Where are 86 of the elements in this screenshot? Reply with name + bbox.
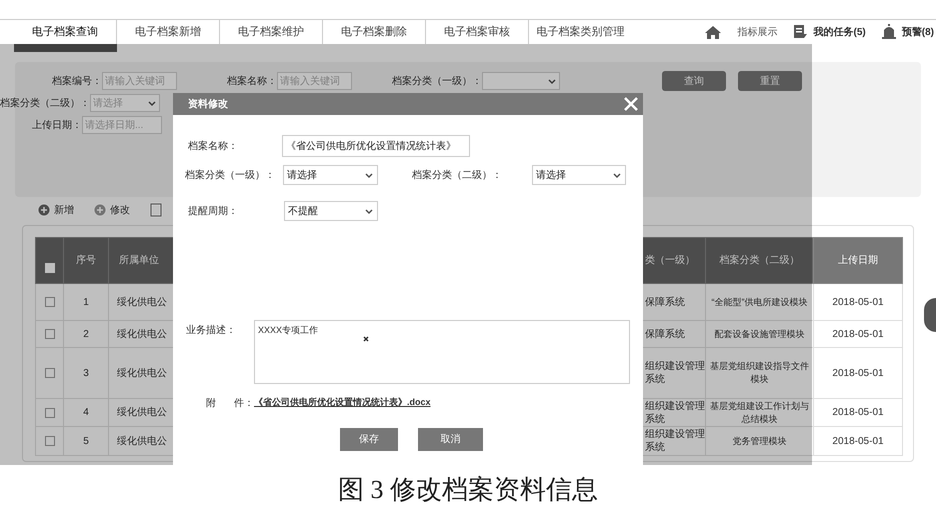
table-cell: 基层党组织建设指导文件模块: [710, 361, 809, 384]
select-field[interactable]: 请选择: [283, 165, 378, 185]
nav-tab[interactable]: 电子档案查询: [14, 20, 117, 52]
column-header: 上传日期: [838, 255, 878, 266]
table-cell: 保障系统: [645, 328, 685, 340]
table-cell: 5: [83, 436, 89, 446]
column-header: 类（一级）: [645, 255, 695, 266]
cancel-button[interactable]: 取消: [418, 428, 483, 451]
table-cell: 绥化供电公: [117, 296, 167, 308]
table-cell: 2018-05-01: [832, 328, 884, 340]
caret-icon: [147, 98, 157, 108]
checkbox[interactable]: [44, 329, 54, 339]
add-button[interactable]: 新增: [38, 202, 74, 218]
field-label: 档案名称：: [188, 140, 239, 154]
query-button[interactable]: 查询: [662, 71, 726, 91]
field-label: 业务描述：: [186, 324, 237, 338]
table-cell: 2018-05-01: [832, 368, 884, 378]
table-cell: 3: [83, 368, 89, 378]
caret-icon: [364, 170, 374, 180]
checkbox[interactable]: [44, 297, 54, 307]
table-cell: 4: [83, 407, 89, 418]
nav-link[interactable]: 预警(8): [880, 24, 934, 40]
table-cell: 绥化供电公: [117, 368, 167, 378]
field-label: 档案分类（一级）：: [392, 74, 482, 88]
table-cell: 2018-05-01: [832, 296, 884, 308]
nav-tab[interactable]: 电子档案新增: [117, 20, 220, 52]
nav-tab[interactable]: 电子档案审核: [426, 20, 529, 52]
column-header: 档案分类（二级）: [720, 255, 800, 266]
edit-button[interactable]: 修改: [94, 202, 130, 218]
close-icon: [624, 97, 638, 111]
reset-button[interactable]: 重置: [738, 71, 802, 91]
field-label: 档案分类（二级）：: [412, 168, 503, 182]
attachment-link[interactable]: 《省公司供电所优化设置情况统计表》.docx: [254, 396, 431, 410]
select-field[interactable]: 请选择: [532, 165, 626, 185]
table-cell: 2: [83, 328, 89, 340]
nav-tab[interactable]: 电子档案类别管理: [529, 20, 632, 52]
checkbox[interactable]: [44, 368, 54, 378]
bell-icon: [880, 24, 898, 40]
field-label: 上传日期：: [32, 118, 82, 132]
field-label: 件：: [234, 396, 254, 410]
table-cell: 2018-05-01: [832, 407, 884, 418]
field-label: 档案分类（一级）：: [185, 168, 276, 182]
table-cell: 绥化供电公: [117, 328, 167, 340]
nav-link[interactable]: 我的任务(5): [792, 24, 866, 40]
text-area[interactable]: XXXX专项工作: [254, 320, 630, 384]
table-cell: 基层党组建设工作计划与总结模块: [710, 400, 809, 424]
nav-tab[interactable]: 电子档案维护: [220, 20, 323, 52]
caret-icon: [364, 206, 374, 216]
nav-link[interactable]: 指标展示: [704, 24, 778, 40]
field-label: 档案分类（二级）：: [0, 96, 90, 110]
text-field[interactable]: 请输入关键词: [102, 72, 177, 90]
table-cell: 组织建设管理系统: [645, 361, 705, 385]
text-field[interactable]: 请选择日期...: [82, 116, 162, 134]
field-label: 附: [206, 396, 216, 410]
plus-circle-icon: [38, 204, 50, 216]
table-cell: 组织建设管理系统: [645, 400, 705, 424]
select-field[interactable]: [482, 72, 560, 90]
table-cell: “全能型”供电所建设模块: [712, 296, 808, 306]
field-label: 档案名称：: [227, 74, 277, 88]
table-cell: 组织建设管理系统: [645, 429, 705, 453]
caret-icon: [612, 170, 622, 180]
save-button[interactable]: 保存: [340, 428, 398, 451]
plus-circle-icon: [94, 204, 106, 216]
column-header: 序号: [76, 255, 96, 266]
table-cell: 绥化供电公: [117, 407, 167, 418]
close-button[interactable]: [623, 96, 639, 112]
checkbox[interactable]: [44, 408, 54, 418]
caret-icon: [547, 76, 557, 86]
nav-tab[interactable]: 电子档案删除: [323, 20, 426, 52]
column-header: 所属单位: [119, 255, 159, 266]
home-icon: [704, 24, 722, 40]
table-cell: 党务管理模块: [732, 436, 786, 446]
figure-caption: 图 3 修改档案资料信息: [338, 474, 598, 506]
dialog-title: 资料修改: [188, 98, 228, 112]
checkbox[interactable]: [44, 436, 54, 446]
text-field[interactable]: 请输入关键词: [277, 72, 352, 90]
table-cell: 2018-05-01: [832, 436, 884, 446]
clear-icon: [363, 336, 369, 342]
table-cell: 配套设备设施管理模块: [714, 328, 804, 338]
table-cell: 绥化供电公: [117, 436, 167, 446]
table-cell: 1: [83, 296, 89, 308]
field-label: 档案编号：: [52, 74, 102, 88]
select-field[interactable]: 不提醒: [284, 201, 378, 221]
table-cell: 保障系统: [645, 296, 685, 308]
field-label: 提醒周期：: [188, 204, 239, 218]
text-field[interactable]: 《省公司供电所优化设置情况统计表》: [282, 135, 470, 157]
